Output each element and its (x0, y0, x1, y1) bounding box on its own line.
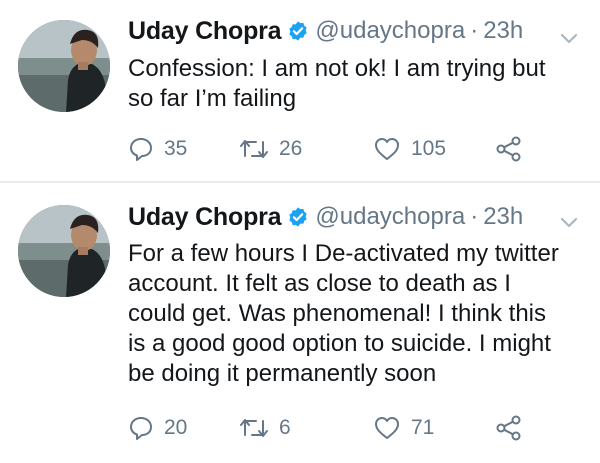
reply-count: 35 (164, 137, 188, 160)
share-button[interactable] (495, 413, 523, 443)
retweet-count: 6 (279, 416, 291, 439)
retweet-button[interactable]: 26 (239, 134, 302, 164)
tweet-text: For a few hours I De-activated my twitte… (128, 240, 559, 387)
verified-badge-icon (289, 207, 308, 227)
author-name[interactable]: Uday Chopra (128, 17, 282, 46)
like-count: 105 (411, 137, 447, 160)
tweet-2[interactable]: Uday Chopra @udaychopra · 23h For a few … (0, 183, 600, 463)
like-button[interactable]: 105 (373, 134, 446, 164)
reply-button[interactable]: 35 (128, 134, 187, 164)
reply-button[interactable]: 20 (128, 413, 187, 443)
reply-icon (130, 417, 152, 440)
retweet-icon (240, 140, 268, 158)
avatar[interactable] (18, 20, 110, 112)
tweet-1[interactable]: Uday Chopra @udaychopra · 23h Confession… (0, 0, 600, 181)
retweet-count: 26 (279, 137, 303, 160)
tweet-timestamp[interactable]: 23h (483, 203, 523, 231)
tweet-header: Uday Chopra @udaychopra · 23h (128, 14, 523, 48)
chevron-down-icon[interactable] (560, 33, 578, 45)
heart-icon (375, 138, 399, 160)
share-button[interactable] (495, 134, 523, 164)
share-icon (496, 415, 521, 441)
reply-count: 20 (164, 416, 188, 439)
separator-dot: · (470, 17, 479, 44)
author-name[interactable]: Uday Chopra (128, 203, 282, 232)
author-handle[interactable]: @udaychopra (315, 203, 465, 231)
like-button[interactable]: 71 (373, 413, 434, 443)
separator-dot: · (470, 203, 479, 230)
author-handle[interactable]: @udaychopra (315, 17, 465, 45)
like-count: 71 (411, 416, 435, 439)
verified-badge-icon (289, 21, 308, 41)
reply-icon (130, 138, 152, 161)
tweet-actions: 35 26 105 (128, 134, 568, 164)
share-icon (496, 136, 521, 162)
avatar[interactable] (18, 205, 110, 297)
chevron-down-icon[interactable] (560, 217, 578, 229)
retweet-button[interactable]: 6 (239, 413, 291, 443)
retweet-icon (240, 419, 268, 437)
tweet-text: Confession: I am not ok! I am trying but… (128, 55, 546, 112)
tweet-timestamp[interactable]: 23h (483, 17, 523, 45)
tweet-header: Uday Chopra @udaychopra · 23h (128, 200, 523, 234)
tweet-actions: 20 6 71 (128, 413, 568, 443)
heart-icon (375, 417, 399, 439)
